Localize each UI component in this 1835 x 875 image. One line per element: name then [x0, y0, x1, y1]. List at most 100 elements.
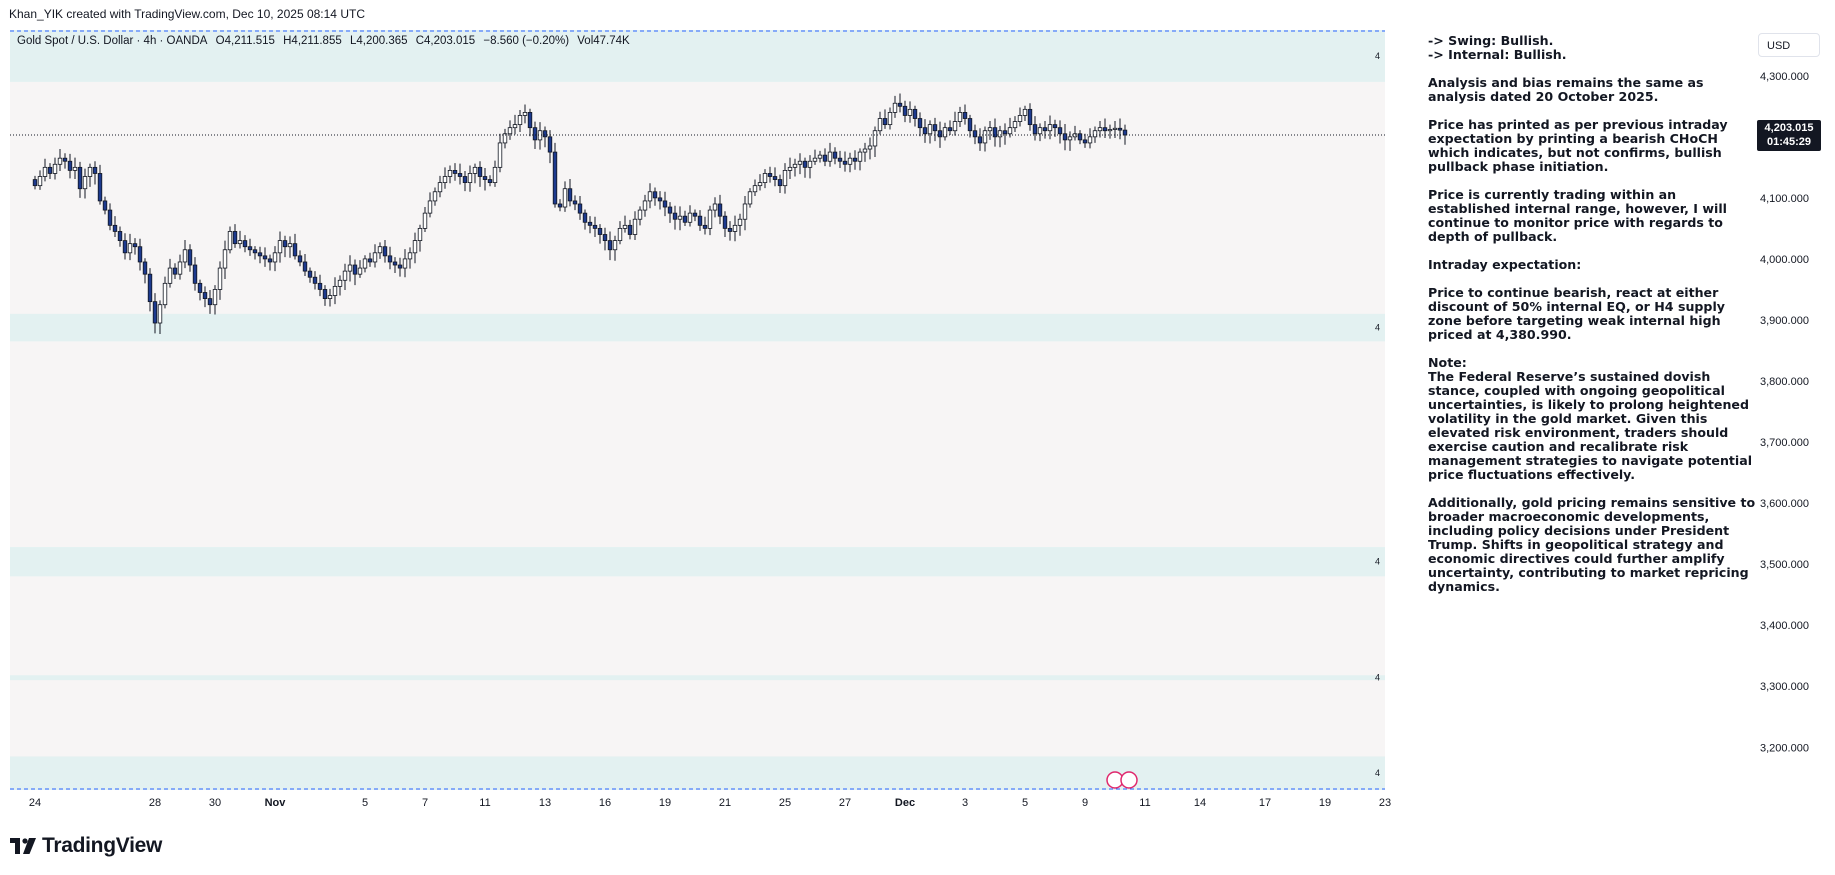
time-tick-label: 27: [839, 797, 851, 809]
time-axis[interactable]: 24 28 30 Nov 5 7 11 13 16 19 21 25 27 Dec 3 5 9 11 14 17 19 2…: [10, 790, 1395, 816]
time-tick-label: 9: [1082, 797, 1088, 809]
time-tick-label: 14: [1194, 797, 1206, 809]
bearish-candle: [267, 258, 273, 263]
bullish-candle: [522, 112, 528, 116]
last-price-tag: 4,203.015 01:45:29: [1757, 119, 1821, 151]
bullish-candle: [797, 160, 803, 165]
bearish-candle: [202, 292, 208, 299]
bullish-candle: [857, 151, 863, 162]
zone-marker: 4: [1375, 557, 1380, 567]
bullish-candle: [372, 252, 378, 263]
bearish-candle: [297, 255, 303, 263]
time-tick-label: 3: [962, 797, 968, 809]
bullish-candle: [432, 191, 438, 202]
bullish-candle: [642, 200, 648, 211]
bullish-candle: [287, 243, 293, 248]
symbol-name[interactable]: Gold Spot / U.S. Dollar · 4h · OANDA: [17, 35, 207, 47]
bullish-candle: [87, 166, 93, 177]
bullish-candle: [1047, 124, 1053, 132]
bearish-candle: [482, 176, 488, 180]
bearish-candle: [722, 215, 728, 229]
bullish-candle: [417, 227, 423, 242]
bearish-candle: [122, 240, 128, 254]
time-tick-label: 11: [1139, 797, 1150, 809]
bearish-candle: [557, 203, 563, 208]
bullish-candle: [362, 258, 368, 269]
bullish-candle: [637, 209, 643, 220]
bearish-candle: [1027, 108, 1033, 126]
bullish-candle: [37, 176, 43, 187]
bullish-candle: [357, 267, 363, 275]
analysis-paragraph: Price has printed as per previous intrad…: [1428, 117, 1728, 174]
bearish-candle: [772, 176, 778, 180]
candlestick-chart[interactable]: 44444– 0.5: [10, 30, 1385, 790]
bullish-candle: [492, 166, 498, 184]
bearish-candle: [67, 160, 73, 171]
bearish-candle: [587, 221, 593, 226]
bearish-candle: [572, 200, 578, 205]
bearish-candle: [1052, 124, 1058, 129]
bearish-candle: [697, 215, 703, 226]
bearish-candle: [487, 179, 493, 184]
bearish-candle: [317, 282, 323, 290]
currency-button[interactable]: USD: [1758, 33, 1820, 57]
zone-marker: 4: [1375, 673, 1380, 683]
bullish-candle: [212, 289, 218, 306]
bearish-candle: [292, 243, 298, 257]
bearish-candle: [242, 240, 248, 248]
chart-plot-area[interactable]: 44444– 0.5: [10, 30, 1385, 790]
bearish-candle: [102, 200, 108, 211]
bearish-candle: [1002, 130, 1008, 135]
bullish-candle: [277, 240, 283, 254]
symbol-legend: Gold Spot / U.S. Dollar · 4h · OANDA O4,…: [17, 35, 635, 47]
bearish-candle: [582, 212, 588, 223]
bullish-candle: [507, 127, 513, 135]
bearish-candle: [702, 224, 708, 229]
bearish-candle: [597, 227, 603, 235]
bullish-candle: [272, 252, 278, 263]
bearish-candle: [972, 130, 978, 138]
bullish-candle: [952, 121, 958, 132]
bullish-candle: [127, 243, 133, 254]
ohlc-high: H4,211.855: [283, 35, 342, 47]
bearish-candle: [477, 166, 483, 177]
bullish-candle: [927, 124, 933, 135]
time-tick-label: 5: [1022, 797, 1028, 809]
ohlc-close: C4,203.015: [415, 35, 476, 47]
bearish-candle: [802, 160, 808, 168]
bearish-candle: [192, 264, 198, 284]
bearish-candle: [532, 127, 538, 141]
bullish-candle: [562, 188, 568, 208]
bearish-candle: [457, 173, 463, 177]
bearish-candle: [777, 179, 783, 187]
bullish-candle: [742, 203, 748, 220]
bearish-candle: [962, 112, 968, 119]
time-tick-label: 19: [1319, 797, 1331, 809]
bullish-candle: [72, 166, 78, 171]
bullish-candle: [1012, 121, 1018, 129]
bearish-candle: [527, 112, 533, 129]
analysis-paragraph: Price to continue bearish, react at eith…: [1428, 285, 1725, 342]
tradingview-logo[interactable]: TradingView: [10, 834, 162, 858]
bearish-candle: [947, 127, 953, 132]
bearish-candle: [97, 173, 103, 202]
bullish-candle: [617, 227, 623, 242]
bearish-candle: [837, 157, 843, 162]
bullish-candle: [332, 285, 338, 296]
bearish-candle: [142, 261, 148, 275]
bearish-candle: [112, 224, 118, 232]
bearish-candle: [937, 130, 943, 138]
bearish-candle: [232, 231, 238, 245]
time-tick-label: 11: [479, 797, 490, 809]
bearish-candle: [932, 124, 938, 132]
bearish-candle: [902, 105, 908, 116]
bullish-candle: [997, 130, 1003, 138]
bearish-candle: [727, 227, 733, 232]
bearish-candle: [32, 179, 38, 187]
analysis-note: -> Swing: Bullish. -> Internal: Bullish.…: [1428, 34, 1758, 608]
bearish-candle: [627, 224, 633, 235]
bullish-candle: [422, 212, 428, 229]
bullish-candle: [712, 203, 718, 211]
bearish-candle: [542, 130, 548, 138]
analysis-paragraph: Additionally, gold pricing remains sensi…: [1428, 495, 1756, 594]
